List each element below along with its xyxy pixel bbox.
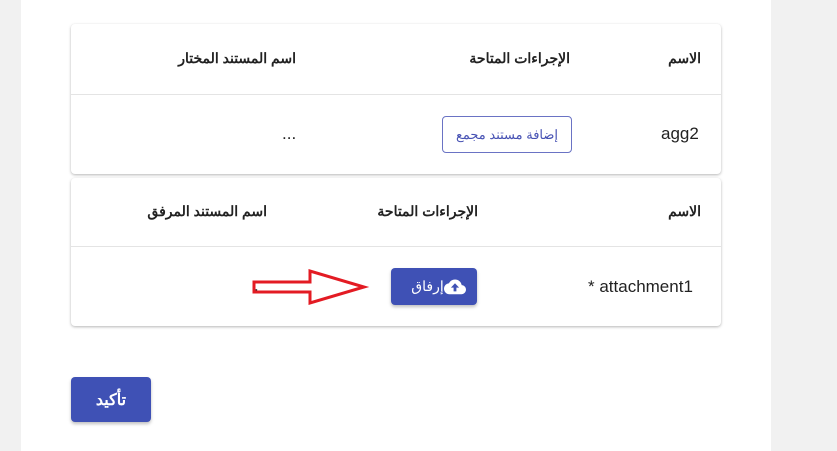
- row-name: * attachment1: [588, 277, 693, 296]
- aggregate-documents-table: [71, 24, 721, 174]
- header-attached-document: اسم المستند المرفق: [147, 203, 267, 219]
- header-name: الاسم: [668, 50, 701, 66]
- confirm-button-label: تأكيد: [95, 391, 127, 409]
- cloud-upload-icon: [443, 279, 466, 295]
- table-divider: [71, 246, 721, 247]
- header-selected-document: اسم المستند المختار: [178, 50, 296, 66]
- add-aggregate-document-button[interactable]: إضافة مستند مجمع: [442, 116, 572, 153]
- page: الاسم الإجراءات المتاحة اسم المستند المخ…: [0, 0, 837, 451]
- attach-button[interactable]: إرفاق: [391, 268, 477, 305]
- header-actions: الإجراءات المتاحة: [469, 50, 570, 66]
- attach-button-label: إرفاق: [411, 278, 444, 294]
- table-divider: [71, 94, 721, 95]
- row-name: agg2: [661, 124, 699, 143]
- confirm-button[interactable]: تأكيد: [71, 377, 151, 422]
- add-aggregate-document-label: إضافة مستند مجمع: [455, 126, 559, 142]
- annotation-arrow-icon: [252, 268, 370, 306]
- selected-document-value: ...: [282, 124, 297, 143]
- header-actions: الإجراءات المتاحة: [377, 203, 478, 219]
- header-name: الاسم: [668, 203, 701, 219]
